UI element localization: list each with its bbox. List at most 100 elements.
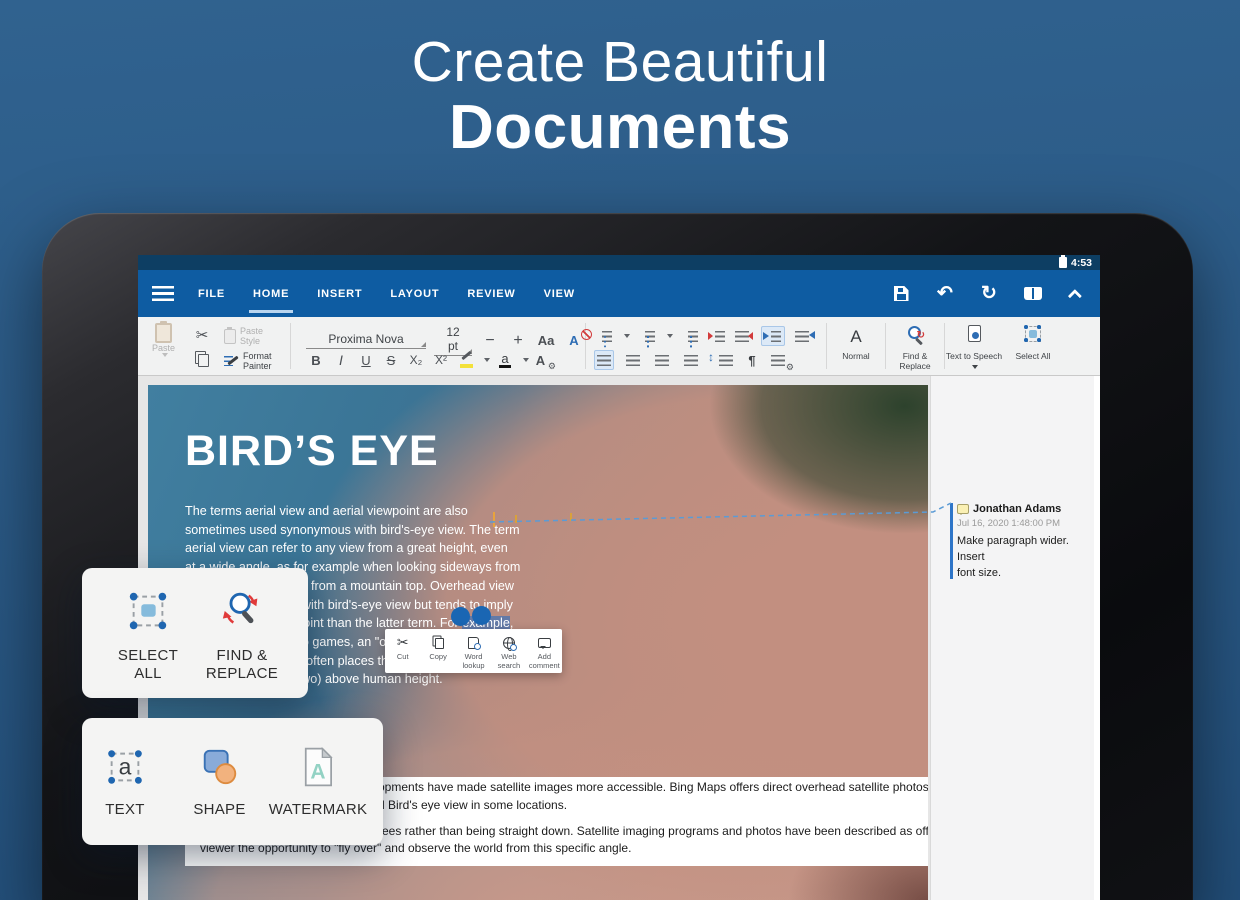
- numbered-list-button[interactable]: [637, 326, 657, 346]
- insert-watermark-action[interactable]: A WATERMARK: [268, 746, 368, 819]
- paragraph-ltr-button[interactable]: [761, 326, 785, 346]
- paste-style-button[interactable]: Paste Style: [224, 326, 274, 346]
- comment-bubble-icon: [957, 504, 969, 514]
- selection-handle-end[interactable]: [472, 606, 491, 625]
- format-toolbar: Paste ✂ Paste Style Format Painter: [138, 317, 1100, 376]
- context-web-search[interactable]: Web search: [491, 629, 526, 673]
- insert-shape-action[interactable]: SHAPE: [182, 746, 257, 819]
- comment-anchor-line: [950, 503, 953, 579]
- tab-home[interactable]: HOME: [239, 270, 303, 317]
- context-word-lookup[interactable]: Word lookup: [456, 629, 491, 673]
- subscript-button[interactable]: X₂: [406, 350, 426, 370]
- line-spacing-lines-icon: [719, 355, 733, 366]
- context-cut[interactable]: ✂ Cut: [385, 629, 420, 673]
- strikethrough-button[interactable]: S: [381, 350, 401, 370]
- text-icon: a: [104, 746, 146, 788]
- multilevel-list-icon: [688, 331, 698, 342]
- collapse-toolbar-button[interactable]: [1066, 283, 1088, 305]
- select-all-button[interactable]: Select All: [1004, 325, 1062, 361]
- insert-popup-card: a TEXT SHAPE A WATERMARK: [82, 718, 383, 845]
- paragraph-direction-icon: [763, 332, 773, 340]
- tab-insert[interactable]: INSERT: [303, 270, 376, 317]
- align-center-icon: [626, 355, 640, 366]
- paragraph-group: ¶: [588, 317, 820, 376]
- bullet-list-button[interactable]: [594, 326, 614, 346]
- text-cursor: [493, 512, 495, 527]
- caret-down-icon: [972, 365, 978, 369]
- decrease-font-button[interactable]: −: [480, 331, 500, 351]
- text-context-menu: ✂ Cut Copy Word lookup Web search: [385, 629, 562, 673]
- numbered-list-icon: [645, 331, 655, 342]
- change-case-button[interactable]: Aa: [536, 331, 556, 351]
- clock: 4:53: [1071, 257, 1092, 269]
- align-center-button[interactable]: [623, 350, 643, 370]
- decrease-indent-button[interactable]: [734, 326, 754, 346]
- paste-style-icon: [224, 329, 236, 344]
- caret-down-icon[interactable]: [624, 334, 630, 338]
- read-mode-button[interactable]: [1022, 283, 1044, 305]
- redo-button[interactable]: ↻: [978, 283, 1000, 305]
- panel-scroll-strip[interactable]: [1094, 376, 1100, 900]
- comment-author[interactable]: Jonathan Adams: [973, 503, 1061, 515]
- paragraph-rtl-button[interactable]: [792, 326, 816, 346]
- comment-body[interactable]: Make paragraph wider. Insert font size.: [957, 533, 1094, 581]
- highlight-button[interactable]: [456, 350, 476, 370]
- find-replace-button[interactable]: ↻ Find & Replace: [886, 325, 944, 371]
- align-justify-button[interactable]: [681, 350, 701, 370]
- caret-down-icon[interactable]: [484, 358, 490, 362]
- save-button[interactable]: [890, 283, 912, 305]
- italic-button[interactable]: I: [331, 350, 351, 370]
- text-to-speech-button[interactable]: Text to Speech: [945, 325, 1003, 371]
- clear-formatting-button[interactable]: A: [564, 331, 584, 351]
- caret-down-icon[interactable]: [523, 358, 529, 362]
- paste-button[interactable]: Paste: [152, 323, 175, 357]
- caret-down-icon: [162, 353, 168, 357]
- multilevel-list-button[interactable]: [680, 326, 700, 346]
- web-search-icon: [503, 635, 515, 650]
- text-to-speech-icon: [968, 325, 981, 342]
- align-left-button[interactable]: [594, 350, 614, 370]
- selection-handle-start[interactable]: [451, 607, 470, 626]
- caret-down-icon[interactable]: [667, 334, 673, 338]
- context-add-comment[interactable]: Add comment: [527, 629, 562, 673]
- actions-popup-card: SELECTALL FIND &REPLACE: [82, 568, 308, 698]
- select-all-action[interactable]: SELECTALL: [108, 588, 188, 683]
- font-group: Proxima Nova 12 pt − + Aa A B I U S X₂ X…: [296, 317, 582, 376]
- increase-font-button[interactable]: +: [508, 331, 528, 351]
- align-left-icon: [597, 355, 611, 366]
- paragraph-settings-lines-icon: [771, 355, 785, 366]
- tab-view[interactable]: VIEW: [530, 270, 589, 317]
- undo-button[interactable]: ↶: [934, 283, 956, 305]
- insert-text-action[interactable]: a TEXT: [90, 746, 160, 819]
- show-formatting-button[interactable]: ¶: [742, 350, 762, 370]
- comment-range-marker: [570, 513, 572, 521]
- font-family-dropdown[interactable]: Proxima Nova: [306, 332, 426, 349]
- clipboard-group: Paste ✂ Paste Style Format Painter: [146, 317, 288, 376]
- bold-button[interactable]: B: [306, 350, 326, 370]
- font-color-button[interactable]: a: [495, 350, 515, 370]
- superscript-button[interactable]: X²: [431, 350, 451, 370]
- watermark-icon: A: [300, 746, 336, 788]
- tab-review[interactable]: REVIEW: [453, 270, 529, 317]
- underline-button[interactable]: U: [356, 350, 376, 370]
- font-settings-button[interactable]: A: [534, 350, 554, 370]
- copy-icon: [433, 635, 444, 650]
- hamburger-menu-icon[interactable]: [152, 286, 174, 301]
- style-normal-button[interactable]: A Normal: [827, 325, 885, 361]
- tab-file[interactable]: FILE: [184, 270, 239, 317]
- copy-button[interactable]: [192, 349, 212, 369]
- cut-button[interactable]: ✂: [192, 325, 212, 345]
- select-all-icon: [125, 588, 171, 634]
- divider: [290, 323, 291, 369]
- align-right-button[interactable]: [652, 350, 672, 370]
- paragraph-settings-button[interactable]: [771, 350, 791, 370]
- increase-indent-button[interactable]: [707, 326, 727, 346]
- line-spacing-button[interactable]: [710, 350, 733, 370]
- format-painter-button[interactable]: Format Painter: [224, 351, 279, 371]
- ribbon-tabs: FILE HOME INSERT LAYOUT REVIEW VIEW: [184, 270, 589, 317]
- comments-panel: Jonathan Adams Jul 16, 2020 1:48:00 PM M…: [930, 376, 1094, 900]
- context-copy[interactable]: Copy: [420, 629, 455, 673]
- tab-layout[interactable]: LAYOUT: [376, 270, 453, 317]
- promo-page: Create Beautiful Documents 4:53 FILE HOM…: [0, 0, 1240, 900]
- find-replace-action[interactable]: FIND &REPLACE: [202, 588, 282, 683]
